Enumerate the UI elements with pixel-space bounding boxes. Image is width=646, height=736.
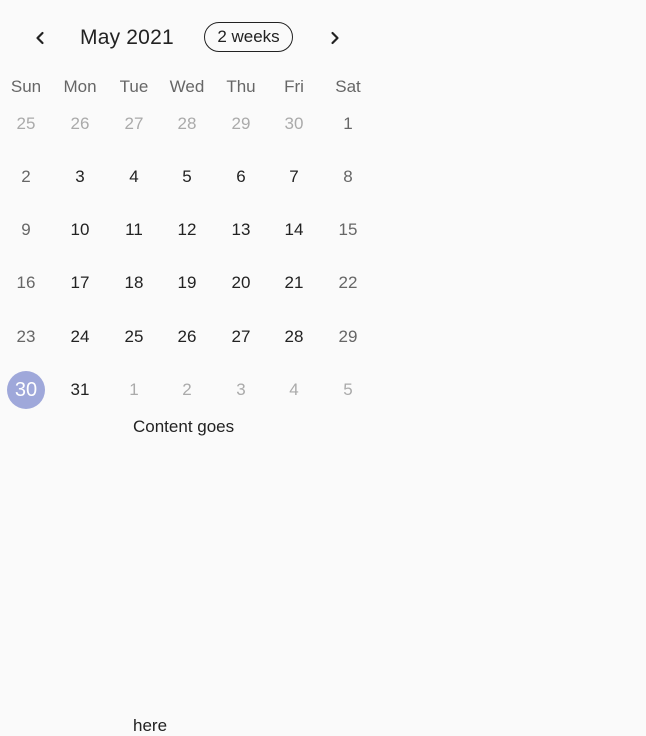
calendar-header: May 2021 2 weeks: [0, 0, 375, 76]
day-cell[interactable]: 3: [60, 157, 100, 197]
day-of-week-tue: Tue: [119, 77, 149, 96]
day-cell[interactable]: 2: [6, 157, 46, 197]
day-cell[interactable]: 18: [114, 263, 154, 303]
day-cell[interactable]: 9: [6, 210, 46, 250]
day-of-week-fri: Fri: [284, 77, 304, 96]
day-cell[interactable]: 1: [328, 104, 368, 144]
day-of-week-sun: Sun: [10, 77, 42, 96]
outside-day-cell[interactable]: 29: [221, 104, 261, 144]
day-cell[interactable]: 26: [167, 317, 207, 357]
day-cell[interactable]: 20: [221, 263, 261, 303]
days-of-week-row: Sun Mon Tue Wed Thu Fri Sat: [0, 77, 375, 99]
day-cell[interactable]: 6: [221, 157, 261, 197]
selected-day-cell[interactable]: 30: [7, 371, 45, 409]
day-cell[interactable]: 22: [328, 263, 368, 303]
outside-day-cell[interactable]: 2: [167, 370, 207, 410]
day-cell[interactable]: 15: [328, 210, 368, 250]
day-cell[interactable]: 12: [167, 210, 207, 250]
month-title[interactable]: May 2021: [80, 26, 174, 50]
day-of-week-thu: Thu: [226, 77, 256, 96]
day-cell[interactable]: 13: [221, 210, 261, 250]
day-cell[interactable]: 19: [167, 263, 207, 303]
outside-day-cell[interactable]: 27: [114, 104, 154, 144]
outside-day-cell[interactable]: 26: [60, 104, 100, 144]
outside-day-cell[interactable]: 30: [274, 104, 314, 144]
day-cell[interactable]: 10: [60, 210, 100, 250]
day-cell[interactable]: 11: [114, 210, 154, 250]
day-of-week-sat: Sat: [335, 77, 361, 96]
day-of-week-mon: Mon: [63, 77, 97, 96]
day-of-week-wed: Wed: [169, 77, 205, 96]
day-cell[interactable]: 17: [60, 263, 100, 303]
day-cell[interactable]: 4: [114, 157, 154, 197]
day-cell[interactable]: 28: [274, 317, 314, 357]
day-cell[interactable]: 29: [328, 317, 368, 357]
day-cell[interactable]: 7: [274, 157, 314, 197]
outside-day-cell[interactable]: 1: [114, 370, 154, 410]
outside-day-cell[interactable]: 25: [6, 104, 46, 144]
day-cell[interactable]: 21: [274, 263, 314, 303]
previous-month-button[interactable]: [24, 22, 56, 54]
day-cell[interactable]: 24: [60, 317, 100, 357]
content-text-line-1: Content goes: [133, 417, 235, 436]
chevron-right-icon: [331, 31, 339, 45]
outside-day-cell[interactable]: 3: [221, 370, 261, 410]
day-cell[interactable]: 27: [221, 317, 261, 357]
day-cell[interactable]: 8: [328, 157, 368, 197]
day-cell[interactable]: 16: [6, 263, 46, 303]
content-text-line-2: here: [133, 716, 168, 735]
chevron-left-icon: [36, 31, 44, 45]
day-cell[interactable]: 25: [114, 317, 154, 357]
calendar-format-button[interactable]: 2 weeks: [204, 22, 293, 52]
day-cell[interactable]: 5: [167, 157, 207, 197]
day-cell[interactable]: 14: [274, 210, 314, 250]
outside-day-cell[interactable]: 4: [274, 370, 314, 410]
day-cell[interactable]: 23: [6, 317, 46, 357]
outside-day-cell[interactable]: 5: [328, 370, 368, 410]
outside-day-cell[interactable]: 28: [167, 104, 207, 144]
day-cell[interactable]: 31: [60, 370, 100, 410]
next-month-button[interactable]: [319, 22, 351, 54]
